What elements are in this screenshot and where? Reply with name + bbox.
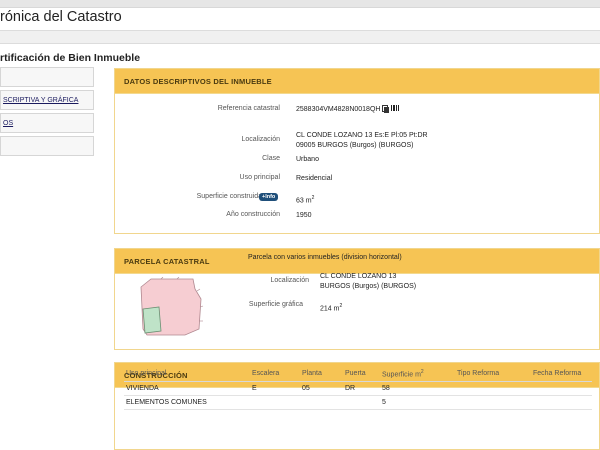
parcela-catastral-panel: PARCELA CATASTRAL Parcela con varios inm… — [114, 248, 600, 350]
app-header: rónica del Catastro — [0, 8, 600, 30]
panel-body: Uso principal Escalera Planta Puerta Sup… — [115, 367, 599, 410]
panel-title: PARCELA CATASTRAL — [115, 249, 599, 273]
barcode-icon[interactable] — [391, 105, 400, 111]
panel-title: DATOS DESCRIPTIVOS DEL INMUEBLE — [115, 69, 599, 93]
parcel-description: Parcela con varios inmuebles (division h… — [248, 254, 402, 261]
sidebar-item-descriptiva-grafica[interactable]: SCRIPTIVA Y GRÁFICA — [0, 90, 94, 110]
sidebar: SCRIPTIVA Y GRÁFICA OS — [0, 67, 94, 159]
sidebar-item-4[interactable] — [0, 136, 94, 156]
panel-body: Referencia catastral 2588304VM4828N0018Q… — [115, 93, 599, 219]
table-row: VIVIENDA E 05 DR 58 — [124, 381, 592, 396]
page-title: rtificación de Bien Inmueble — [0, 52, 141, 64]
table-row: ELEMENTOS COMUNES 5 — [124, 395, 592, 410]
copy-icon[interactable] — [382, 105, 390, 113]
nav-strip — [0, 30, 600, 44]
construccion-table: Uso principal Escalera Planta Puerta Sup… — [124, 367, 592, 410]
table-header-row: Uso principal Escalera Planta Puerta Sup… — [124, 367, 592, 382]
construccion-panel: CONSTRUCCIÓN Uso principal Escalera Plan… — [114, 362, 600, 450]
app-title: rónica del Catastro — [0, 9, 122, 25]
sidebar-item-label: OS — [3, 120, 14, 127]
parcel-map[interactable] — [137, 277, 207, 339]
referencia-value: 2588304VM4828N0018QH — [296, 106, 381, 113]
top-strip — [0, 0, 600, 8]
unit-shape — [142, 306, 162, 334]
sidebar-item-1[interactable] — [0, 67, 94, 87]
sidebar-item-datos[interactable]: OS — [0, 113, 94, 133]
sidebar-item-label: SCRIPTIVA Y GRÁFICA — [3, 97, 79, 104]
panel-body: Parcela con varios inmuebles (division h… — [115, 254, 599, 336]
info-badge[interactable]: +Info — [259, 193, 279, 201]
datos-descriptivos-panel: DATOS DESCRIPTIVOS DEL INMUEBLE Referenc… — [114, 68, 600, 234]
